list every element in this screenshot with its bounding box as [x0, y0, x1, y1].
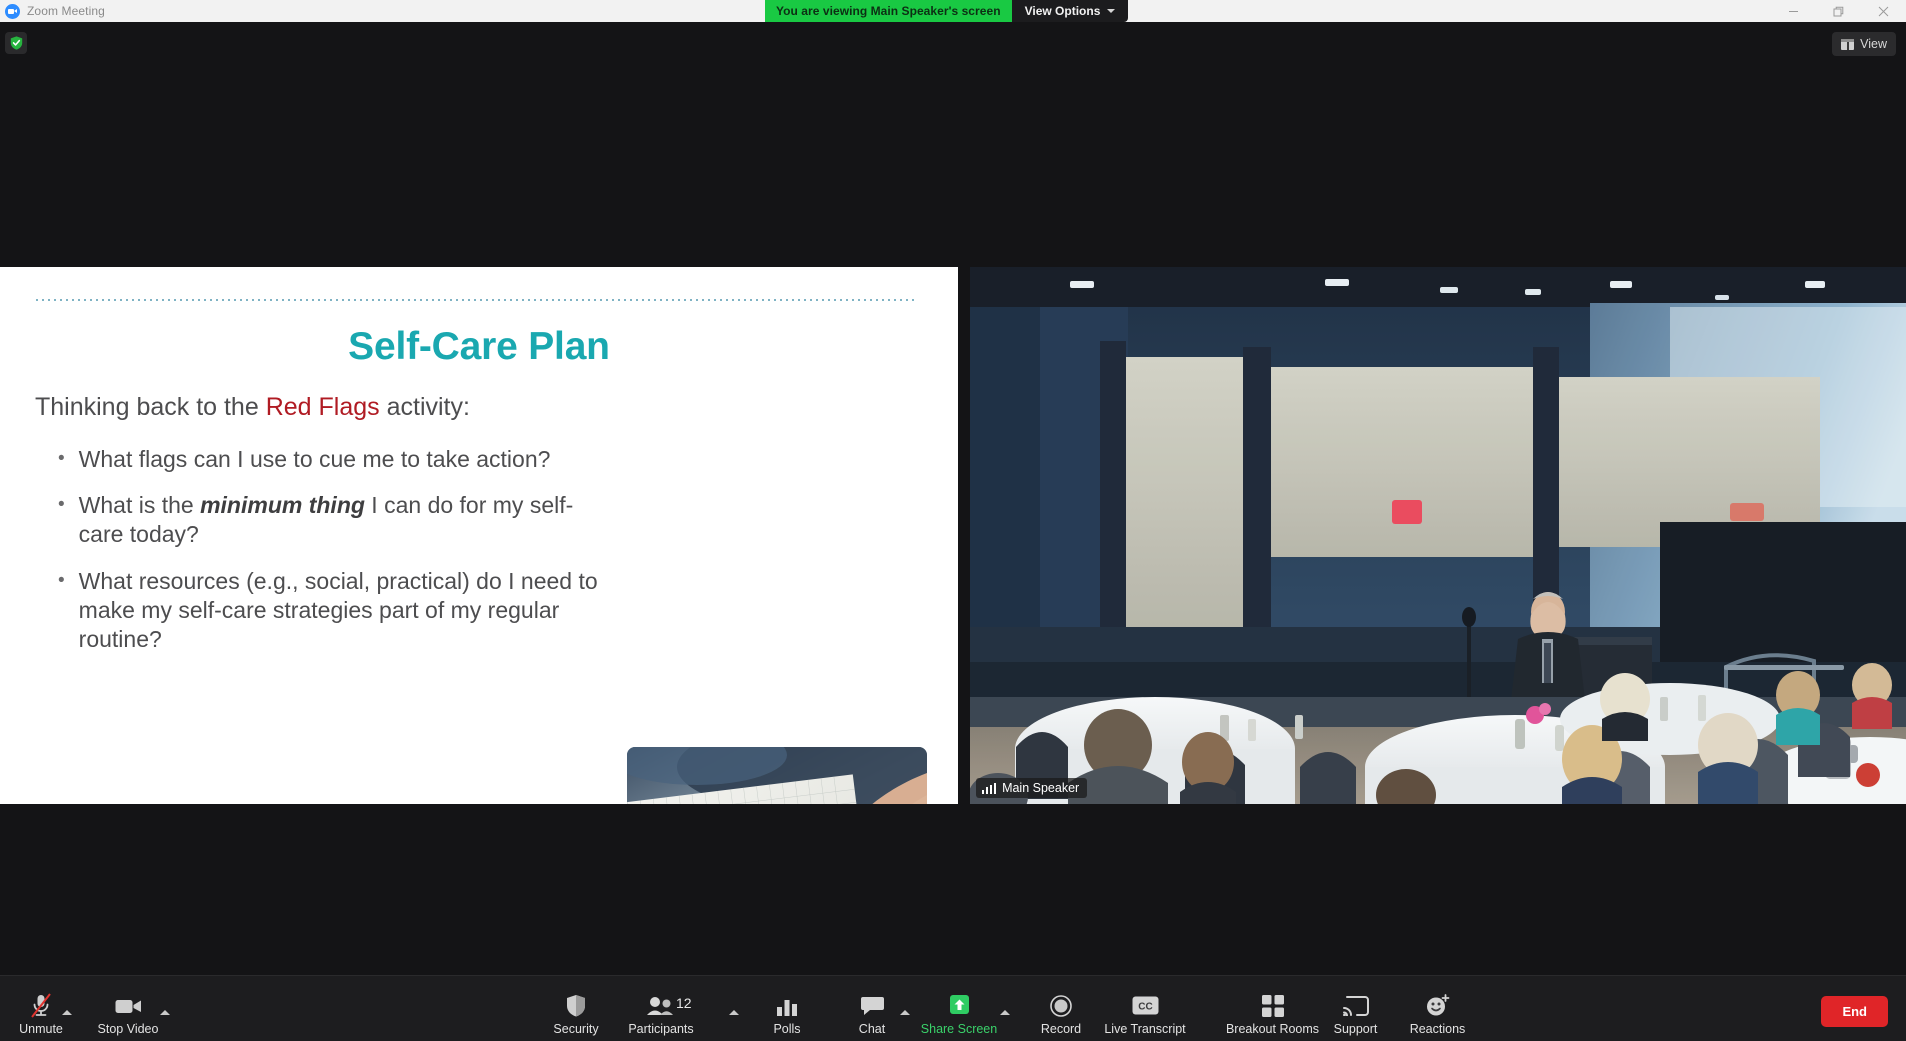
- bullet-text-before: What is the: [78, 492, 201, 519]
- slide-title: Self-Care Plan: [348, 325, 610, 368]
- bar-chart-icon: [776, 992, 798, 1020]
- camera-icon: [115, 992, 142, 1020]
- closed-caption-icon: CC: [1132, 992, 1159, 1020]
- hand-writing-checklist-photo: [627, 747, 927, 804]
- restore-icon[interactable]: [1816, 0, 1861, 22]
- panel-divider[interactable]: [958, 267, 970, 804]
- shared-content-row: Self-Care Plan Thinking back to the Red …: [0, 267, 1906, 804]
- people-icon: 12: [646, 992, 692, 1020]
- cast-screen-icon: [1342, 992, 1369, 1020]
- record-label: Record: [1040, 1021, 1082, 1036]
- shield-icon: [566, 992, 586, 1020]
- list-item: • What is the minimum thing I can do for…: [58, 491, 603, 549]
- end-meeting-button[interactable]: End: [1821, 996, 1888, 1027]
- smiley-plus-icon: [1426, 992, 1450, 1020]
- participants-label: Participants: [628, 1021, 694, 1036]
- view-layout-button[interactable]: View: [1832, 32, 1896, 56]
- meeting-stage: View Self-Care Plan Thinking back to the…: [0, 22, 1906, 975]
- speaker-name-text: Main Speaker: [1002, 781, 1080, 795]
- zoom-logo-icon: [5, 3, 20, 19]
- viewing-screen-text: You are viewing Main Speaker's screen: [765, 0, 1012, 22]
- window-title: Zoom Meeting: [27, 4, 105, 18]
- video-label: Stop Video: [97, 1021, 159, 1036]
- meeting-toolbar: Unmute Stop Video Security 12 Participan…: [0, 975, 1906, 1041]
- share-screen-button[interactable]: Share Screen: [918, 992, 1000, 1036]
- drag-handle-icon[interactable]: [962, 522, 966, 550]
- slide-divider-line: [36, 299, 918, 301]
- speech-bubble-icon: [860, 992, 884, 1020]
- conference-room-speaker-podium-audience: [970, 267, 1906, 804]
- list-item: • What flags can I use to cue me to take…: [58, 445, 603, 474]
- security-label: Security: [553, 1021, 599, 1036]
- speaker-name-label: Main Speaker: [976, 778, 1088, 798]
- list-item: • What resources (e.g., social, practica…: [58, 567, 603, 655]
- reactions-label: Reactions: [1409, 1021, 1466, 1036]
- bullet-text-before: What flags can I use to cue me to take a…: [78, 446, 551, 472]
- record-circle-icon: [1050, 992, 1072, 1020]
- shared-slide-panel[interactable]: Self-Care Plan Thinking back to the Red …: [0, 267, 958, 804]
- bullet-dot-icon: •: [58, 494, 65, 516]
- grid-squares-icon: [1261, 992, 1284, 1020]
- minimize-icon[interactable]: [1771, 0, 1816, 22]
- bullet-text-emphasis: minimum thing: [200, 492, 365, 519]
- layout-grid-icon: [1841, 38, 1855, 50]
- window-controls: [1771, 0, 1906, 22]
- chat-options-chevron-icon[interactable]: [900, 1010, 910, 1015]
- view-options-label: View Options: [1024, 4, 1101, 18]
- audio-options-chevron-icon[interactable]: [62, 1010, 72, 1015]
- view-options-button[interactable]: View Options: [1011, 0, 1129, 22]
- slide-lead-text: Thinking back to the Red Flags activity:: [35, 393, 470, 422]
- share-screen-label: Share Screen: [920, 1021, 998, 1036]
- share-options-chevron-icon[interactable]: [1000, 1010, 1010, 1015]
- live-transcript-button[interactable]: CC Live Transcript: [1085, 992, 1205, 1036]
- microphone-muted-icon: [30, 992, 52, 1020]
- chevron-down-icon: [1107, 9, 1116, 13]
- video-button[interactable]: Stop Video: [87, 992, 169, 1036]
- live-transcript-label: Live Transcript: [1104, 1021, 1186, 1036]
- participants-options-chevron-icon[interactable]: [729, 1010, 739, 1015]
- chat-label: Chat: [858, 1021, 886, 1036]
- lead-before: Thinking back to the: [35, 393, 266, 421]
- speaker-video-tile[interactable]: Main Speaker: [970, 267, 1906, 804]
- video-options-chevron-icon[interactable]: [160, 1010, 170, 1015]
- bullet-dot-icon: •: [58, 448, 65, 469]
- slide-bullet-list: • What flags can I use to cue me to take…: [58, 445, 603, 671]
- signal-bars-icon: [982, 782, 997, 794]
- polls-button[interactable]: Polls: [746, 992, 828, 1036]
- security-button[interactable]: Security: [535, 992, 617, 1036]
- zoom-meeting-window: Zoom Meeting You are viewing Main Speake…: [0, 0, 1906, 1041]
- screen-share-banner: You are viewing Main Speaker's screen Vi…: [765, 0, 1129, 22]
- green-shield-check-icon[interactable]: [5, 32, 27, 54]
- polls-label: Polls: [773, 1021, 801, 1036]
- bullet-text-before: What resources (e.g., social, practical)…: [78, 567, 598, 653]
- svg-text:CC: CC: [1138, 1002, 1152, 1013]
- share-screen-arrow-icon: [946, 992, 973, 1020]
- reactions-button[interactable]: Reactions: [1370, 992, 1505, 1036]
- close-icon[interactable]: [1861, 0, 1906, 22]
- bullet-dot-icon: •: [58, 569, 65, 591]
- lead-after: activity:: [379, 393, 470, 421]
- participants-count: 12: [676, 994, 692, 1011]
- lead-highlight: Red Flags: [265, 393, 380, 421]
- participants-button[interactable]: 12 Participants: [620, 992, 702, 1036]
- view-button-label: View: [1860, 37, 1887, 51]
- audio-label: Unmute: [19, 1021, 63, 1036]
